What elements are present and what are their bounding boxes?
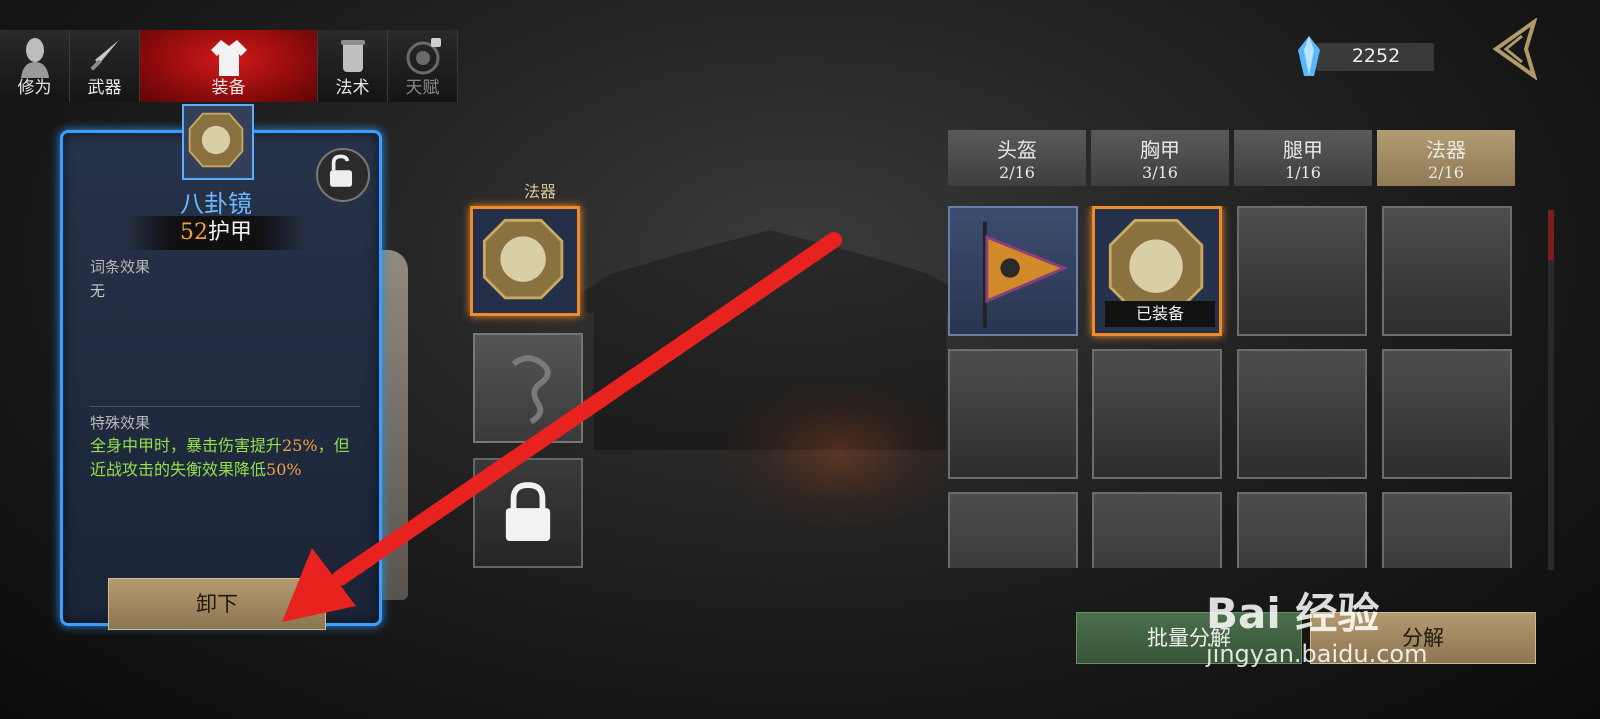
character-icon — [20, 38, 49, 78]
special-effect-text: 全身中甲时，暴击伤害提升25%，但近战攻击的失衡效果降低50% — [90, 434, 362, 482]
tab-weapons[interactable]: 武器 — [70, 30, 140, 102]
bagua-mirror-icon — [188, 112, 244, 168]
tab-label: 天赋 — [405, 78, 440, 98]
inventory-slot[interactable] — [1382, 206, 1512, 336]
tab-helmet[interactable]: 头盔 2/16 — [948, 130, 1086, 186]
item-thumbnail — [182, 104, 254, 180]
tab-title: 法器 — [1426, 138, 1466, 162]
tab-count: 1/16 — [1285, 163, 1321, 182]
armor-label: 护甲 — [207, 220, 252, 245]
tab-title: 胸甲 — [1140, 138, 1180, 162]
cloud-ornament-icon — [511, 355, 551, 425]
inventory-slot[interactable] — [1237, 206, 1367, 336]
equipped-artifact-slot[interactable] — [470, 206, 580, 316]
tab-legs[interactable]: 腿甲 1/16 — [1234, 130, 1372, 186]
flag-icon — [982, 221, 1069, 329]
tab-label: 装备 — [211, 78, 246, 98]
sword-icon — [89, 40, 119, 71]
affix-value: 无 — [90, 282, 106, 300]
back-icon[interactable] — [1488, 18, 1540, 80]
tab-count: 2/16 — [999, 163, 1035, 182]
inventory-slot[interactable] — [948, 206, 1078, 336]
tab-title: 头盔 — [997, 138, 1037, 162]
affix-label: 词条效果 — [90, 258, 151, 276]
slot-category-label: 法器 — [523, 182, 556, 201]
tab-title: 腿甲 — [1283, 138, 1323, 162]
inventory-slot[interactable] — [948, 349, 1078, 479]
currency-display: 2252 — [1296, 36, 1436, 76]
watermark-logo: Bai 经验 — [1206, 589, 1380, 638]
tab-count: 2/16 — [1428, 163, 1464, 182]
inventory-slot[interactable] — [1382, 349, 1512, 479]
tab-label: 武器 — [87, 78, 122, 98]
watermark-url: jingyan.baidu.com — [1206, 640, 1428, 668]
inventory-scrollbar[interactable] — [1548, 210, 1554, 570]
equipped-tag: 已装备 — [1105, 301, 1215, 327]
inventory-slot[interactable] — [948, 492, 1078, 568]
unequip-button[interactable]: 卸下 — [108, 578, 326, 630]
tab-chest[interactable]: 胸甲 3/16 — [1091, 130, 1229, 186]
inventory-slot[interactable] — [1237, 349, 1367, 479]
padlock-icon — [505, 482, 551, 541]
inventory-category-tabs: 头盔 2/16 胸甲 3/16 腿甲 1/16 法器 2/16 — [948, 130, 1520, 186]
tab-spells[interactable]: 法术 — [318, 30, 388, 102]
inventory-grid: 已装备 — [948, 206, 1514, 568]
armor-stat: 52护甲 — [126, 216, 306, 250]
crystal-icon — [1298, 36, 1320, 76]
robe-icon — [210, 40, 247, 76]
special-highlight-1: 25% — [282, 436, 318, 455]
scrollbar-thumb[interactable] — [1548, 210, 1554, 260]
item-detail-panel: 八卦镜 52护甲 词条效果 无 特殊效果 全身中甲时，暴击伤害提升25%，但近战… — [46, 104, 386, 632]
special-text-1: 全身中甲时，暴击伤害提升 — [90, 436, 283, 455]
category-tabs: 修为 武器 装备 法术 天赋 — [0, 30, 458, 102]
locked-artifact-slot[interactable] — [473, 458, 583, 568]
tab-equipment[interactable]: 装备 — [140, 30, 318, 102]
background-fire-glow — [720, 380, 960, 530]
currency-value: 2252 — [1351, 45, 1401, 67]
tab-talents[interactable]: 天赋 — [388, 30, 458, 102]
scroll-icon — [340, 40, 365, 72]
special-highlight-2: 50% — [266, 460, 302, 479]
tab-label: 修为 — [17, 78, 52, 98]
empty-artifact-slot[interactable] — [473, 333, 583, 443]
bagua-mirror-icon — [482, 218, 564, 300]
divider — [90, 406, 360, 407]
armor-value: 52 — [179, 220, 208, 245]
tab-cultivation[interactable]: 修为 — [0, 30, 70, 102]
tab-label: 法术 — [335, 78, 370, 98]
inventory-slot[interactable] — [1092, 349, 1222, 479]
item-name: 八卦镜 — [180, 190, 252, 218]
tab-count: 3/16 — [1142, 163, 1178, 182]
tab-artifact[interactable]: 法器 2/16 — [1377, 130, 1515, 186]
special-label: 特殊效果 — [90, 414, 151, 432]
baidu-watermark: Bai 经验 jingyan.baidu.com — [1200, 540, 1500, 670]
inventory-slot-equipped[interactable]: 已装备 — [1092, 206, 1222, 336]
bagua-icon — [406, 38, 441, 75]
